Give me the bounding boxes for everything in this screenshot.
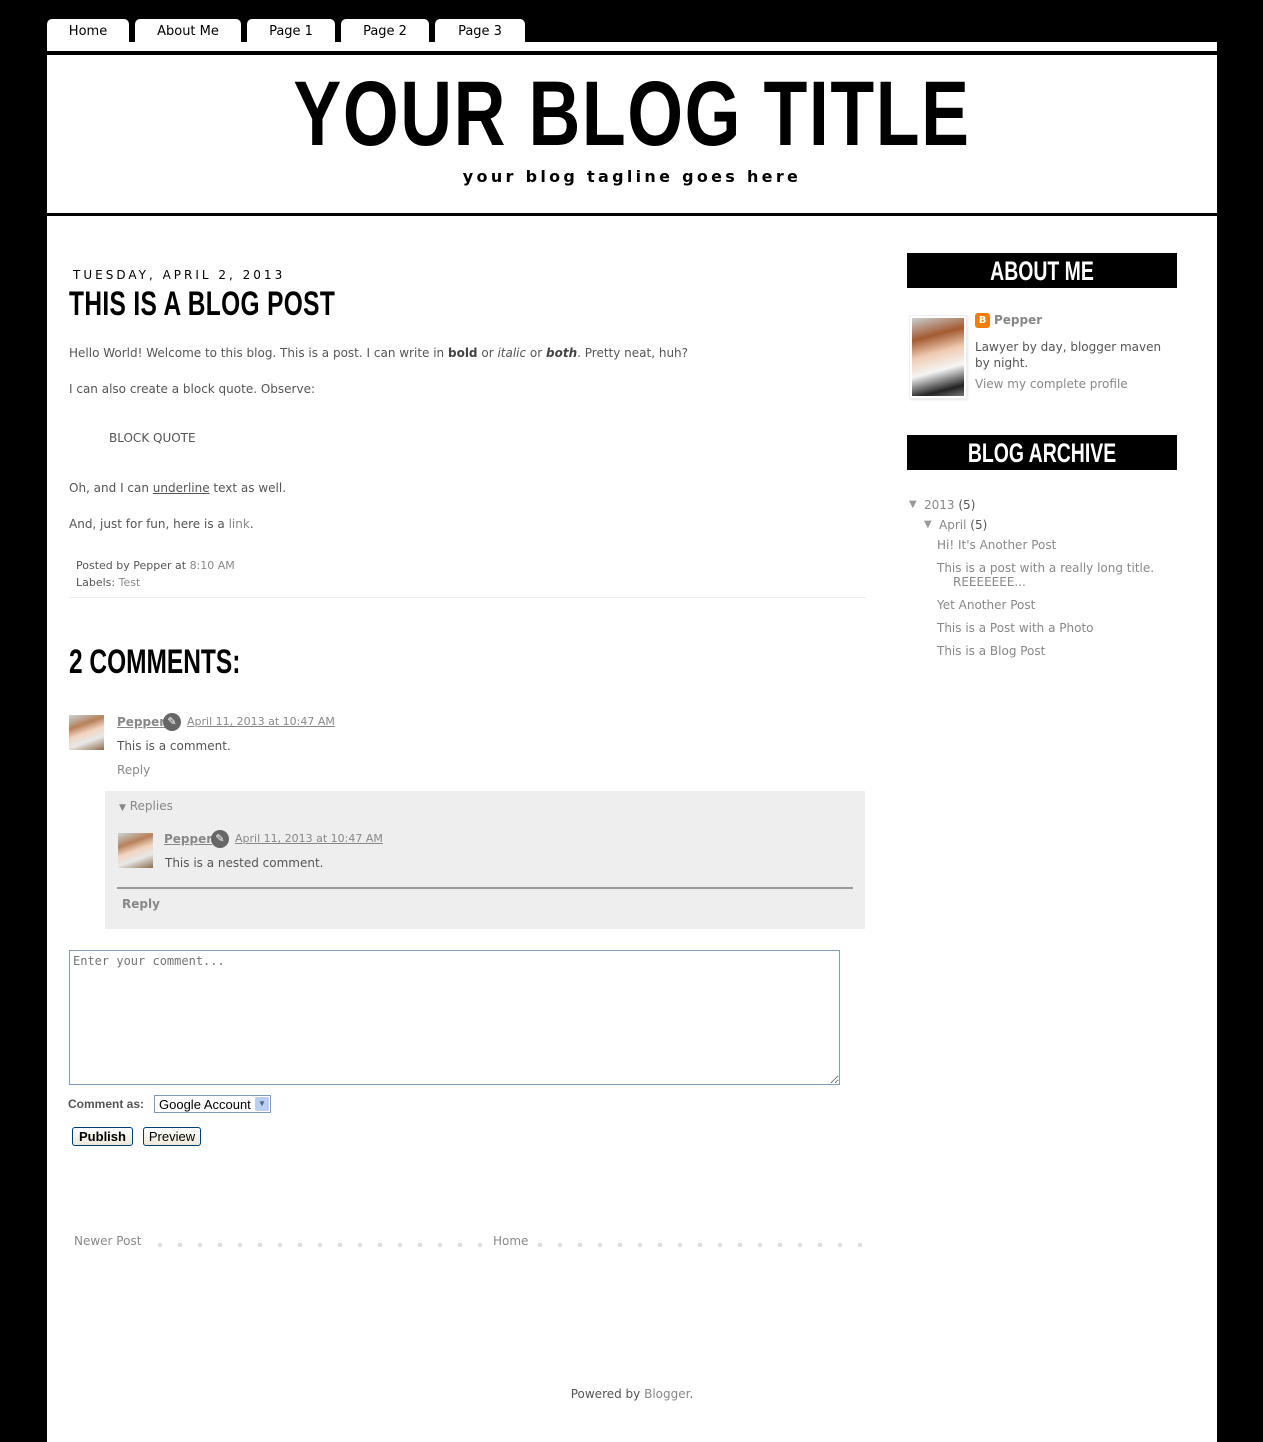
bold-text: bold [447, 346, 478, 360]
labels-prefix: Labels: [76, 576, 119, 589]
archive-post-title-line: REEEEEEE... [953, 575, 1026, 589]
label-link[interactable]: Test [119, 576, 141, 589]
post-paragraph: Oh, and I can underline text as well. [69, 481, 286, 495]
archive-year-toggle-icon[interactable]: ▼ [909, 499, 917, 510]
powered-by: Powered by Blogger. [47, 1387, 1217, 1401]
comment-author[interactable]: Pepper [117, 715, 165, 729]
archive-post-link[interactable]: This is a Blog Post [937, 644, 1157, 658]
comment-as-value: Google Account [159, 1097, 251, 1112]
text-segment: . Pretty neat, huh? [577, 346, 689, 360]
replies-thread: ▼ Replies Pepper ✎ April 11, 2013 at 10:… [105, 791, 865, 929]
about-me-heading-text: ABOUT ME [990, 256, 1094, 286]
tab-home[interactable]: Home [47, 19, 129, 42]
profile-photo-image [912, 318, 964, 396]
reply-author[interactable]: Pepper [164, 832, 212, 846]
post-paragraph: And, just for fun, here is a link. [69, 517, 254, 531]
tab-page-1[interactable]: Page 1 [247, 19, 335, 42]
text-segment: And, just for fun, here is a [69, 517, 229, 531]
underlined-text: underline [152, 481, 210, 495]
preview-button[interactable]: Preview [143, 1127, 201, 1146]
blog-pager: Newer Post Home [74, 1234, 866, 1250]
comment-text: This is a comment. [117, 739, 231, 753]
archive-month: April (5) [939, 518, 987, 532]
blogger-icon: B [975, 313, 990, 328]
text-segment: text as well. [209, 481, 287, 495]
text-segment: Oh, and I can [69, 481, 153, 495]
profile-photo[interactable] [909, 315, 967, 399]
blog-title[interactable]: YOUR BLOG TITLE [176, 64, 1089, 164]
pencil-icon: ✎ [163, 713, 181, 731]
post-byline: Posted by Pepper at 8:10 AM [76, 559, 235, 572]
about-me-heading: ABOUT ME [907, 253, 1177, 288]
thread-reply-link[interactable]: Reply [122, 897, 160, 911]
block-quote: BLOCK QUOTE [109, 431, 196, 445]
archive-year-link[interactable]: 2013 [924, 498, 955, 512]
powered-by-text: Powered by [570, 1387, 645, 1401]
comment-reply-link[interactable]: Reply [117, 763, 150, 777]
post-labels: Labels: Test [76, 576, 140, 589]
comment-as-select[interactable]: Google Account ▼ [154, 1095, 271, 1113]
reply-date[interactable]: April 11, 2013 at 10:47 AM [235, 832, 383, 845]
archive-post-title-line: This is a post with a really long title. [937, 561, 1155, 575]
tab-about-me[interactable]: About Me [135, 19, 241, 42]
blog-tagline: your blog tagline goes here [462, 167, 802, 186]
archive-post-link[interactable]: Yet Another Post [937, 598, 1157, 612]
replies-toggle[interactable]: ▼ Replies [119, 799, 173, 813]
reply-text: This is a nested comment. [165, 856, 324, 870]
powered-by-suffix: . [689, 1387, 694, 1401]
posted-by-text: Posted by Pepper at [76, 559, 190, 572]
post-link[interactable]: link [229, 517, 250, 531]
pencil-icon: ✎ [211, 830, 229, 848]
blog-archive-heading-text: BLOG ARCHIVE [967, 438, 1117, 468]
tab-page-2[interactable]: Page 2 [341, 19, 429, 42]
newer-post-link[interactable]: Newer Post [74, 1234, 146, 1248]
archive-month-link[interactable]: April [939, 518, 966, 532]
post-paragraph: I can also create a block quote. Observe… [69, 382, 315, 396]
italic-text: italic [497, 346, 527, 360]
chevron-down-icon: ▼ [255, 1097, 269, 1111]
post-timestamp-link[interactable]: 8:10 AM [190, 559, 235, 572]
header-bottom-rule [47, 213, 1217, 216]
text-segment: or [477, 346, 498, 360]
blog-archive-heading: BLOG ARCHIVE [907, 435, 1177, 470]
home-link[interactable]: Home [489, 1234, 533, 1248]
archive-month-count: (5) [970, 518, 988, 532]
text-segment: or [526, 346, 547, 360]
publish-button[interactable]: Publish [72, 1127, 133, 1146]
replies-toggle-label: Replies [129, 799, 173, 813]
archive-post-link[interactable]: This is a Post with a Photo [937, 621, 1157, 635]
comment-date[interactable]: April 11, 2013 at 10:47 AM [187, 715, 335, 728]
post-date: TUESDAY, APRIL 2, 2013 [73, 268, 286, 282]
profile-name-link[interactable]: Pepper [994, 313, 1042, 327]
post-divider [69, 597, 866, 598]
page-content: YOUR BLOG TITLE your blog tagline goes h… [47, 42, 1217, 1442]
caret-down-icon: ▼ [119, 803, 126, 813]
text-segment: Hello World! Welcome to this blog. This … [69, 346, 448, 360]
tab-page-3[interactable]: Page 3 [435, 19, 525, 42]
profile-description: Lawyer by day, blogger maven by night. [975, 340, 1162, 370]
archive-month-toggle-icon[interactable]: ▼ [924, 519, 932, 530]
page-tabs: Home About Me Page 1 Page 2 Page 3 [47, 19, 531, 42]
post-title: THIS IS A BLOG POST [69, 285, 336, 323]
bold-italic-text: both [546, 346, 578, 360]
comment-avatar[interactable] [69, 715, 104, 750]
comment-as-label: Comment as: [68, 1097, 145, 1111]
header-top-rule [47, 51, 1217, 55]
archive-post-link[interactable]: This is a post with a really long title.… [937, 561, 1157, 589]
view-profile-link[interactable]: View my complete profile [975, 377, 1128, 391]
reply-avatar[interactable] [118, 833, 153, 868]
archive-year-count: (5) [958, 498, 976, 512]
archive-year: 2013 (5) [924, 498, 975, 512]
archive-post-link[interactable]: Hi! It's Another Post [937, 538, 1157, 552]
post-paragraph: Hello World! Welcome to this blog. This … [69, 346, 688, 360]
blogger-link[interactable]: Blogger [644, 1387, 689, 1401]
comments-heading: 2 COMMENTS: [69, 643, 241, 681]
text-segment: . [249, 517, 254, 531]
comment-input[interactable] [69, 950, 840, 1085]
replies-divider [117, 887, 853, 889]
